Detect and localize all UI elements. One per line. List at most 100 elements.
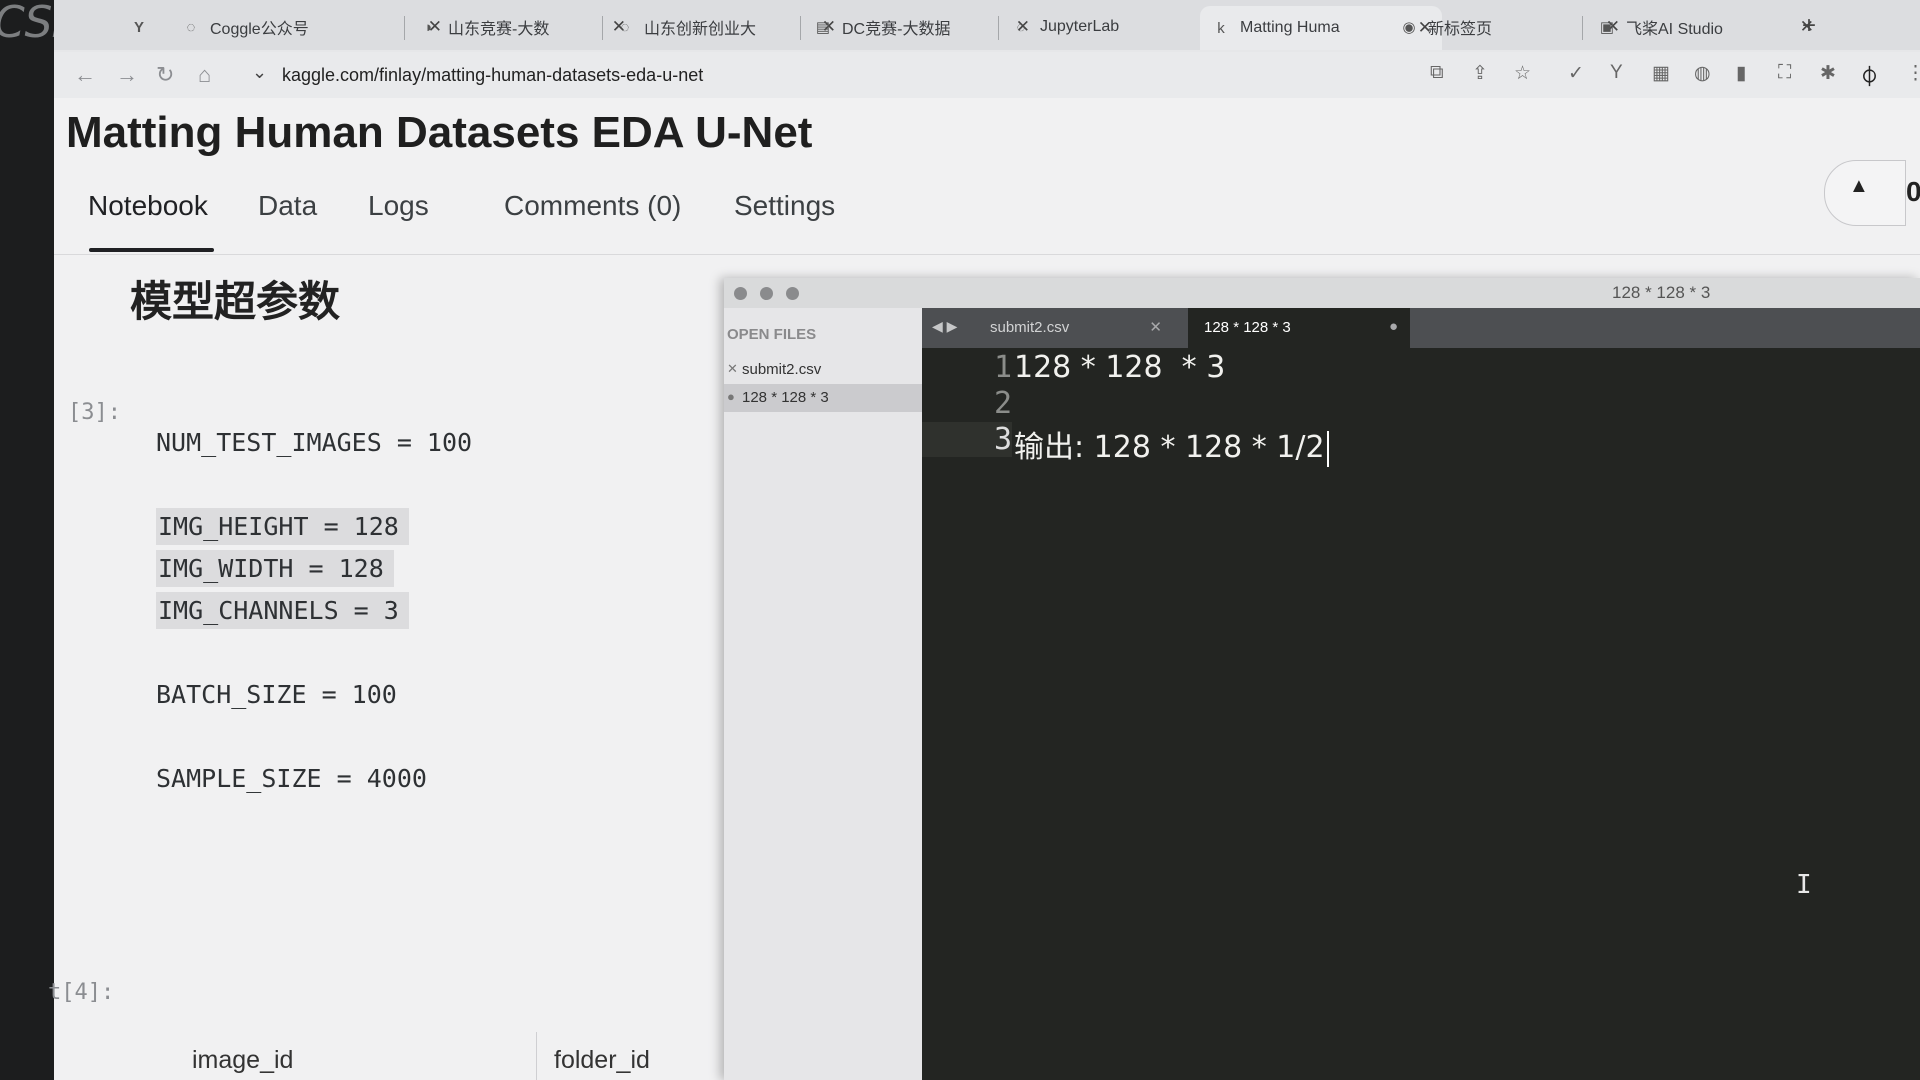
- ibeam-cursor-icon: I: [1796, 870, 1812, 900]
- home-icon[interactable]: ⌂: [198, 62, 211, 88]
- line-number: 2: [993, 386, 1012, 421]
- chrome-icon: ◉: [1402, 19, 1416, 36]
- editor-sidebar: OPEN FILES ✕ submit2.csv ● 128 * 128 * 3: [724, 308, 922, 1080]
- maximize-window-button[interactable]: [786, 287, 799, 300]
- open-file-name: submit2.csv: [742, 361, 822, 378]
- tab-nav-arrows-icon[interactable]: ◀ ▶: [932, 318, 957, 335]
- code-line[interactable]: SAMPLE_SIZE = 4000: [156, 764, 427, 793]
- open-file-item[interactable]: ✕ submit2.csv: [724, 356, 922, 384]
- star-icon[interactable]: ☆: [1514, 62, 1531, 85]
- tab-paddle-ai-studio[interactable]: ▣ 飞桨AI Studio ✕: [1598, 9, 1824, 45]
- editor-tab-submit2[interactable]: submit2.csv ✕: [974, 308, 1174, 348]
- left-dark-strip: [0, 0, 54, 1080]
- divider: [54, 254, 1920, 255]
- tab-bar: Y ◌ Coggle公众号 ✕ ◗ 山东竞赛-大数 ✕ ◌ 山东创新创业大 ✕ …: [54, 0, 1920, 50]
- tab-separator: [800, 16, 801, 40]
- modified-dot-icon: ●: [727, 389, 735, 404]
- share-icon[interactable]: ⇪: [1472, 62, 1488, 85]
- tab-separator: [602, 16, 603, 40]
- tab-label: 新标签页: [1428, 21, 1493, 38]
- y-logo-icon: Y: [133, 18, 144, 36]
- tab-label: Coggle公众号: [210, 21, 309, 38]
- vote-count: 0: [1906, 176, 1920, 207]
- editor-line-current[interactable]: 输出: 128 * 128 * 1/2: [1014, 422, 1329, 467]
- dc-logo-icon: ◗: [424, 18, 434, 36]
- text-caret: [1326, 430, 1329, 467]
- tab-shandong-innovation[interactable]: ◌ 山东创新创业大 ✕: [616, 9, 846, 45]
- tab-label: DC竞赛-大数据: [842, 21, 951, 38]
- caret-up-icon: ▲: [1849, 175, 1869, 197]
- editor-tab-label: submit2.csv: [990, 319, 1070, 336]
- modified-dot-icon[interactable]: ●: [1389, 318, 1398, 335]
- tab-label: 山东创新创业大: [644, 21, 757, 38]
- tab-label: 飞桨AI Studio: [1626, 21, 1723, 38]
- kaggle-k-icon: k: [1217, 19, 1225, 37]
- extension-y-icon[interactable]: Y: [1610, 62, 1623, 84]
- tab-logs[interactable]: Logs: [368, 190, 429, 222]
- tab-coggle[interactable]: ◌ Coggle公众号 ✕: [182, 9, 452, 45]
- profile-avatar[interactable]: ⏀: [1860, 62, 1879, 89]
- close-icon[interactable]: ✕: [1149, 318, 1162, 336]
- editor-window-title: 128 * 128 * 3: [1612, 283, 1711, 302]
- scroll-up-button[interactable]: ▲: [1824, 160, 1906, 226]
- code-line-highlighted[interactable]: IMG_HEIGHT = 128: [156, 508, 409, 545]
- editor-line-text: 输出: 128 * 128 * 1/2: [1014, 430, 1325, 465]
- extension-capture-icon[interactable]: ⛶: [1778, 62, 1791, 84]
- editor-titlebar: 128 * 128 * 3: [724, 278, 1920, 308]
- tab-new-tab[interactable]: ◉ 新标签页 ✕: [1400, 9, 1630, 45]
- new-tab-plus-icon[interactable]: +: [1802, 12, 1816, 40]
- url-field[interactable]: kaggle.com/finlay/matting-human-datasets…: [282, 65, 703, 86]
- loading-icon: ◌: [186, 18, 196, 36]
- open-file-name: 128 * 128 * 3: [742, 389, 829, 406]
- open-files-heading: OPEN FILES: [727, 326, 817, 343]
- extension-puzzle-icon[interactable]: ✱: [1820, 62, 1836, 85]
- line-number: 1: [993, 350, 1012, 385]
- line-number-current: 3: [922, 422, 1012, 457]
- editor-tab-strip: ◀ ▶ submit2.csv ✕ 128 * 128 * 3 ●: [922, 308, 1920, 348]
- tab-separator: [998, 16, 999, 40]
- page-title: Matting Human Datasets EDA U-Net: [66, 108, 813, 157]
- forward-arrow-icon[interactable]: →: [116, 62, 138, 88]
- chevron-down-icon[interactable]: ⌄: [252, 62, 267, 83]
- browser-chrome: Y ◌ Coggle公众号 ✕ ◗ 山东竞赛-大数 ✕ ◌ 山东创新创业大 ✕ …: [54, 0, 1920, 98]
- check-icon[interactable]: ✓: [1568, 62, 1584, 85]
- tab-label: Matting Huma: [1240, 19, 1340, 36]
- menu-dots-icon[interactable]: ⋮: [1906, 62, 1920, 85]
- code-line-highlighted[interactable]: IMG_CHANNELS = 3: [156, 592, 409, 629]
- extension-grid-icon[interactable]: ▦: [1652, 62, 1670, 85]
- translate-icon[interactable]: ⧉: [1430, 62, 1444, 84]
- code-line[interactable]: NUM_TEST_IMAGES = 100: [156, 428, 472, 457]
- tab-notebook[interactable]: Notebook: [88, 190, 208, 222]
- tab-dc-contest[interactable]: ▤ DC竞赛-大数据 ✕: [814, 9, 1040, 45]
- extension-globe-icon[interactable]: ◍: [1694, 62, 1711, 85]
- cell-label-4: t[4]:: [48, 980, 115, 1005]
- open-file-item-selected[interactable]: ● 128 * 128 * 3: [724, 384, 922, 412]
- editor-tab-active[interactable]: 128 * 128 * 3 ●: [1188, 308, 1410, 348]
- reload-icon[interactable]: ↻: [156, 62, 174, 88]
- table-column-divider: [536, 1032, 537, 1080]
- dc-logo-icon: ▤: [815, 19, 831, 36]
- close-icon[interactable]: ✕: [727, 361, 738, 377]
- table-header-image-id: image_id: [192, 1046, 294, 1074]
- back-arrow-icon[interactable]: ←: [74, 62, 96, 88]
- tab-data[interactable]: Data: [258, 190, 317, 222]
- tab-separator: [404, 16, 405, 40]
- editor-line[interactable]: 128 * 128 * 3: [1014, 350, 1225, 385]
- tab-settings[interactable]: Settings: [734, 190, 835, 222]
- tab-label: 山东竞赛-大数: [448, 21, 550, 38]
- active-tab-underline: [89, 248, 214, 252]
- loading-icon: ◌: [620, 18, 630, 36]
- tab-shandong-contest[interactable]: ◗ 山东竞赛-大数 ✕: [420, 9, 636, 45]
- tab-separator: [1582, 16, 1583, 40]
- text-editor-window: 128 * 128 * 3 OPEN FILES ✕ submit2.csv ●…: [724, 278, 1920, 1080]
- paddle-icon: ▣: [1599, 19, 1615, 36]
- close-window-button[interactable]: [734, 287, 747, 300]
- tab-comments[interactable]: Comments (0): [504, 190, 681, 222]
- table-header-folder-id: folder_id: [554, 1046, 650, 1074]
- tab-y-favicon[interactable]: Y: [130, 9, 166, 45]
- editor-tab-label: 128 * 128 * 3: [1204, 319, 1291, 336]
- code-line-highlighted[interactable]: IMG_WIDTH = 128: [156, 550, 394, 587]
- code-line[interactable]: BATCH_SIZE = 100: [156, 680, 397, 709]
- extension-book-icon[interactable]: ▮: [1736, 62, 1746, 85]
- minimize-window-button[interactable]: [760, 287, 773, 300]
